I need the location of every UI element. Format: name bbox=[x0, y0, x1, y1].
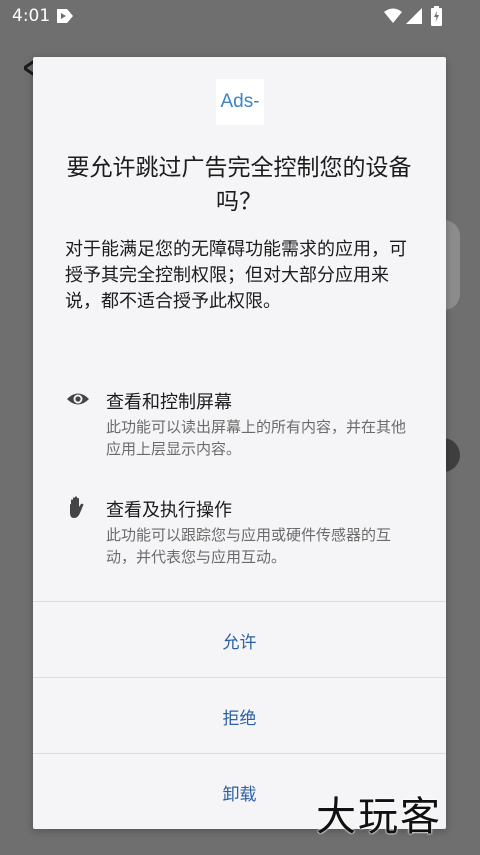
accessibility-permission-dialog: Ads- 要允许跳过广告完全控制您的设备吗？ 对于能满足您的无障碍功能需求的应用… bbox=[33, 57, 446, 829]
allow-button[interactable]: 允许 bbox=[33, 601, 446, 678]
permission-title-actions: 查看及执行操作 bbox=[106, 500, 232, 521]
status-time: 4:01 bbox=[12, 6, 51, 26]
watermark: 大玩客 bbox=[316, 794, 442, 840]
battery-charging-icon bbox=[431, 6, 442, 26]
dialog-description: 对于能满足您的无障碍功能需求的应用，可授予其完全控制权限；但对大部分应用来说，都… bbox=[65, 239, 407, 312]
eye-icon bbox=[67, 393, 89, 405]
hand-icon bbox=[70, 496, 84, 518]
status-bar: 4:01 bbox=[0, 0, 480, 32]
permission-title-screen: 查看和控制屏幕 bbox=[106, 392, 232, 413]
app-logo: Ads- bbox=[216, 79, 264, 125]
permission-description-screen: 此功能可以读出屏幕上的所有内容，并在其他应用上层显示内容。 bbox=[106, 418, 407, 458]
notification-icon bbox=[57, 9, 73, 23]
deny-button[interactable]: 拒绝 bbox=[33, 677, 446, 754]
signal-icon bbox=[406, 8, 422, 24]
wifi-icon bbox=[384, 8, 402, 23]
permission-description-actions: 此功能可以跟踪您与应用或硬件传感器的互动，并代表您与应用互动。 bbox=[106, 526, 392, 566]
dialog-title: 要允许跳过广告完全控制您的设备吗？ bbox=[66, 155, 412, 215]
